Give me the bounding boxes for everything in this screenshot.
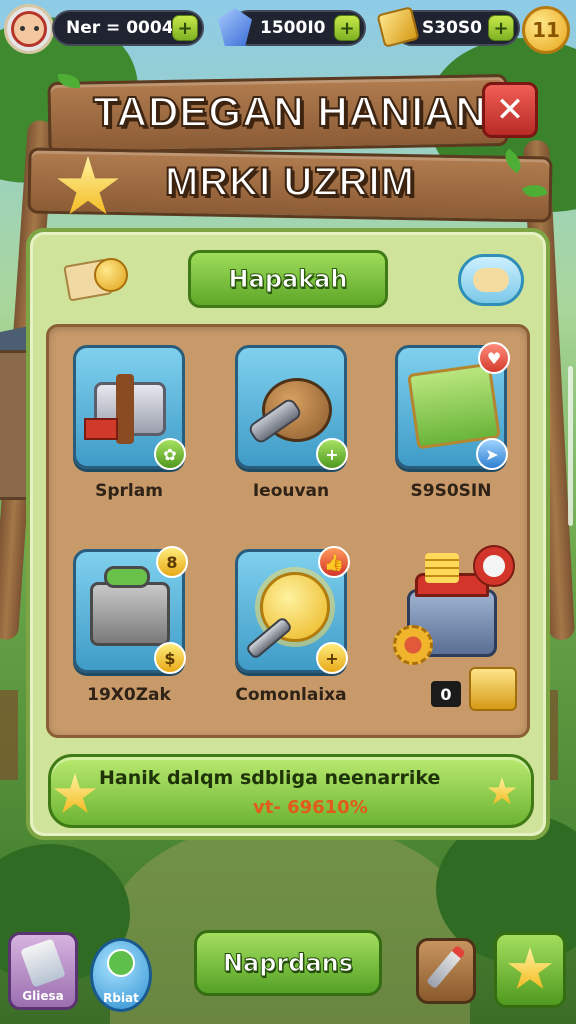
item-count: 0 bbox=[431, 681, 461, 707]
gems-pill: 1500I0 + bbox=[230, 10, 366, 46]
main-action-button[interactable]: Naprdans bbox=[194, 930, 382, 996]
grid-item[interactable]: 0 bbox=[381, 545, 521, 711]
close-bag-button[interactable]: Gliesa bbox=[8, 932, 78, 1010]
gold-value: S30S0 bbox=[422, 18, 482, 38]
brick-icon bbox=[84, 418, 118, 440]
item-label: Comonlaixa bbox=[235, 685, 347, 705]
machine-tank-icon bbox=[104, 566, 150, 588]
item-badge: ✿ bbox=[154, 438, 186, 470]
title-line-1: TADEGAN HANIAN bbox=[92, 87, 487, 136]
scroll-coin-icon bbox=[60, 248, 130, 308]
main-panel: Hapakah ✿ Sprlam + Ieouvan ♥ ➤ S9S0SIN 8… bbox=[26, 228, 550, 840]
chest-band-icon bbox=[116, 374, 134, 444]
item-label: Sprlam bbox=[95, 481, 163, 501]
star-icon bbox=[507, 947, 553, 989]
machine-icon bbox=[90, 582, 170, 646]
close-bag-label: Gliesa bbox=[22, 989, 64, 1003]
grid-item[interactable]: ✿ Sprlam bbox=[59, 345, 199, 501]
title-board: TADEGAN HANIAN MRKI UZRIM ✕ bbox=[27, 73, 553, 224]
item-label: S9S0SIN bbox=[410, 481, 492, 501]
coin-icon bbox=[94, 258, 128, 292]
heart-icon bbox=[107, 949, 135, 977]
item-grid: ✿ Sprlam + Ieouvan ♥ ➤ S9S0SIN 8 $ 19X0Z… bbox=[46, 324, 530, 738]
banner-text: Hanik dalqm sdbliga neenarrike bbox=[99, 767, 441, 789]
item-tile: ✿ bbox=[73, 345, 186, 470]
rewards-label: Rbiat bbox=[103, 991, 139, 1005]
item-badge: ♥ bbox=[478, 342, 510, 374]
cloud-button[interactable] bbox=[458, 254, 524, 306]
item-tile: ♥ ➤ bbox=[395, 342, 510, 470]
tab-button[interactable]: Hapakah bbox=[188, 250, 388, 308]
item-badge: 8 bbox=[156, 546, 188, 578]
player-avatar[interactable] bbox=[4, 4, 54, 54]
add-gold-button[interactable]: + bbox=[488, 15, 514, 41]
grid-item[interactable]: ♥ ➤ S9S0SIN bbox=[381, 342, 521, 501]
top-hud: Ner = 0004 + 1500I0 + S30S0 + 11 bbox=[0, 0, 576, 64]
gems-value: 1500I0 bbox=[260, 18, 326, 38]
edit-button[interactable] bbox=[416, 938, 476, 1004]
item-tile: 8 $ bbox=[73, 546, 188, 674]
coin-stack-icon bbox=[425, 553, 459, 583]
item-badge: + bbox=[316, 438, 348, 470]
item-badge: + bbox=[316, 642, 348, 674]
avatar-face-icon bbox=[11, 11, 47, 47]
grid-item[interactable]: + Ieouvan bbox=[221, 345, 361, 501]
add-gems-button[interactable]: + bbox=[334, 15, 360, 41]
rewards-button[interactable]: Rbiat bbox=[90, 938, 152, 1012]
gold-bar-icon bbox=[469, 667, 517, 711]
item-label: 19X0Zak bbox=[87, 685, 171, 705]
favorites-button[interactable] bbox=[494, 932, 566, 1008]
coin-badge-icon: $ bbox=[154, 642, 186, 674]
map-card-icon bbox=[407, 362, 501, 450]
item-tile: 👍 + bbox=[235, 546, 350, 674]
bottom-bar: Gliesa Rbiat Naprdans bbox=[0, 920, 576, 1024]
promo-banner[interactable]: Hanik dalqm sdbliga neenarrike vt- 69610… bbox=[48, 754, 534, 828]
grid-item[interactable]: 👍 + Comonlaixa bbox=[221, 546, 361, 705]
close-button[interactable]: ✕ bbox=[482, 82, 538, 138]
grid-item[interactable]: 8 $ 19X0Zak bbox=[59, 546, 199, 705]
send-badge-icon: ➤ bbox=[476, 438, 508, 470]
like-badge-icon: 👍 bbox=[318, 546, 350, 578]
cloud-icon bbox=[473, 268, 509, 292]
banner-subtext: vt- 69610% bbox=[253, 797, 368, 818]
gear-icon bbox=[393, 625, 433, 665]
item-tile bbox=[393, 545, 515, 673]
star-icon bbox=[53, 773, 97, 814]
pencil-icon bbox=[425, 944, 467, 990]
coin-menu-button[interactable]: 11 bbox=[522, 6, 570, 54]
scrollbar[interactable] bbox=[568, 366, 573, 526]
player-level-label: Ner = 0004 bbox=[66, 18, 174, 38]
item-label: Ieouvan bbox=[252, 481, 330, 501]
item-tile: + bbox=[235, 345, 348, 470]
add-level-button[interactable]: + bbox=[172, 15, 198, 41]
seal-icon bbox=[473, 545, 515, 587]
player-level-pill: Ner = 0004 + bbox=[52, 10, 204, 46]
star-icon bbox=[487, 777, 517, 805]
bag-icon bbox=[20, 938, 66, 988]
